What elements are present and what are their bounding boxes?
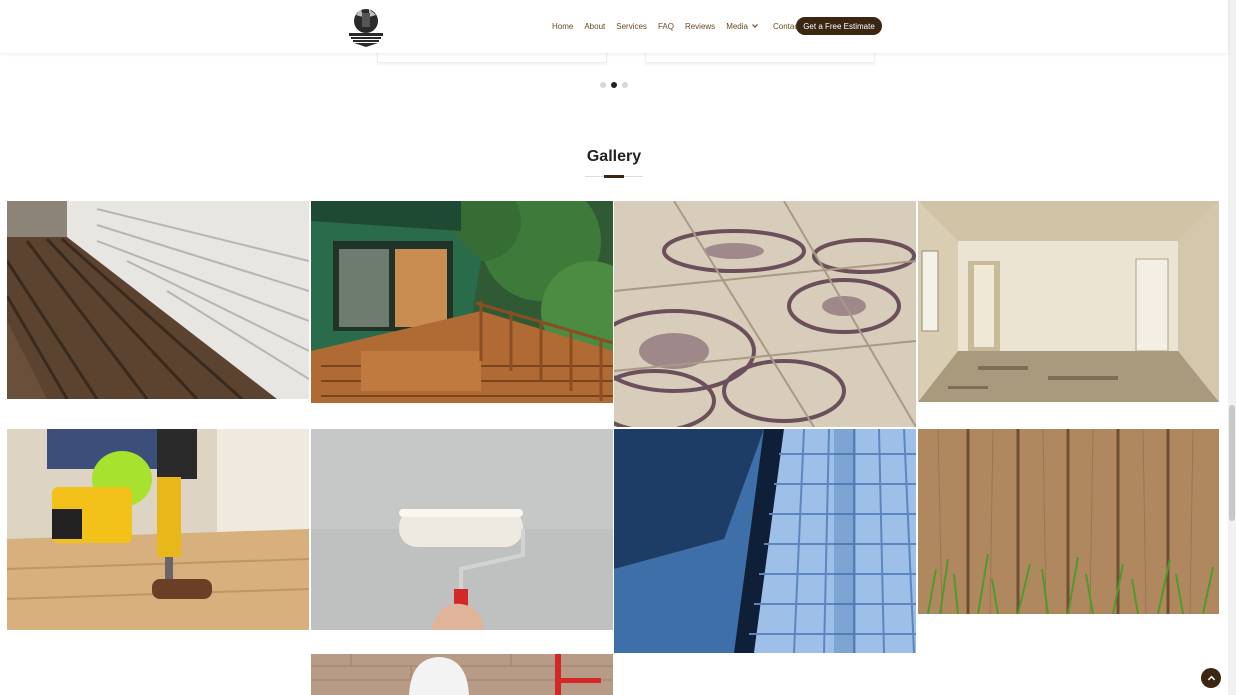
page-scrollbar[interactable] (1228, 0, 1236, 695)
carousel-dot[interactable] (600, 82, 606, 88)
ornate-floor-image (614, 201, 916, 427)
gallery-tile-ornate-floor[interactable] (614, 201, 916, 427)
gallery-tile-construction-worker[interactable] (311, 654, 613, 695)
wood-fence-image (918, 429, 1219, 614)
free-estimate-button[interactable]: Get a Free Estimate (796, 17, 882, 35)
carousel-dot-active[interactable] (611, 82, 617, 88)
gallery-tile-wood-fence[interactable] (918, 429, 1219, 614)
site-header: Home About Services FAQ Reviews Media Co… (0, 0, 1228, 53)
nav-media-label: Media (726, 21, 748, 31)
back-to-top-button[interactable] (1201, 668, 1221, 688)
company-logo[interactable] (345, 5, 387, 47)
main-nav: Home About Services FAQ Reviews Media Co… (552, 17, 812, 35)
company-logo-icon (349, 9, 383, 47)
gallery-tile-empty-room[interactable] (918, 201, 1219, 402)
blue-tiles-image (614, 429, 916, 653)
nav-home[interactable]: Home (552, 22, 573, 31)
forest-house-image (311, 201, 613, 403)
nav-faq[interactable]: FAQ (658, 22, 674, 31)
chevron-down-icon (752, 24, 758, 28)
carousel-dots (600, 82, 633, 88)
power-drill-image (7, 429, 309, 630)
construction-worker-image (311, 654, 613, 695)
nav-about[interactable]: About (584, 22, 605, 31)
gallery-title: Gallery (586, 148, 642, 165)
chevron-up-icon (1207, 675, 1215, 680)
deck-siding-image (7, 201, 309, 399)
nav-reviews[interactable]: Reviews (685, 22, 715, 31)
nav-media[interactable]: Media (726, 22, 758, 31)
paint-roller-image (311, 429, 613, 630)
title-accent-bar (604, 175, 624, 178)
scrollbar-thumb[interactable] (1229, 405, 1235, 521)
nav-services[interactable]: Services (616, 22, 647, 31)
gallery-tile-power-drill[interactable] (7, 429, 309, 630)
gallery-tile-paint-roller[interactable] (311, 429, 613, 630)
empty-room-image (918, 201, 1219, 402)
carousel-dot[interactable] (622, 82, 628, 88)
gallery-tile-blue-tiles[interactable] (614, 429, 916, 653)
gallery-tile-deck-siding[interactable] (7, 201, 309, 399)
gallery-tile-forest-house[interactable] (311, 201, 613, 403)
